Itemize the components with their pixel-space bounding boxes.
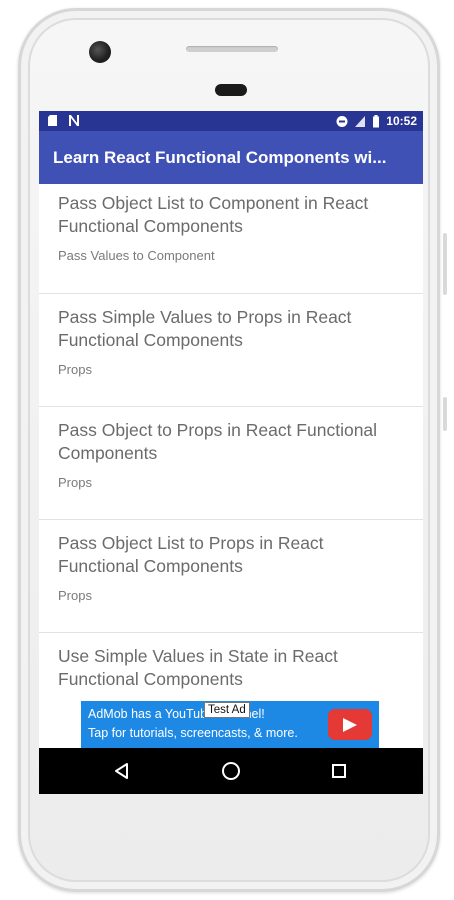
status-bar: 10:52 (39, 111, 423, 131)
recents-square-icon (332, 764, 346, 778)
power-button (443, 397, 447, 431)
list-item-subtitle: Props (58, 362, 92, 377)
ad-description: Tap for tutorials, screencasts, & more. (88, 726, 298, 740)
list-item-subtitle: Pass Values to Component (58, 248, 215, 263)
list-item-title: Use Simple Values in State in React Func… (58, 646, 338, 689)
test-ad-label: Test Ad (204, 702, 250, 718)
navigation-bar (39, 748, 423, 794)
phone-screen: 10:52 Learn React Functional Components … (39, 111, 423, 794)
status-time: 10:52 (386, 114, 417, 128)
home-button[interactable] (218, 758, 244, 784)
battery-icon (373, 114, 380, 127)
back-triangle-icon (115, 763, 128, 779)
list-item[interactable]: Pass Object List to Props in React Funct… (39, 520, 423, 633)
ad-banner[interactable]: AdMob has a YouTube channel! Tap for tut… (81, 701, 379, 748)
n-notification-icon (69, 115, 79, 126)
app-bar: Learn React Functional Components wi... (39, 131, 423, 184)
list-item-title: Pass Object List to Component in React F… (58, 193, 369, 236)
proximity-sensor (215, 84, 247, 96)
list-item-title: Pass Simple Values to Props in React Fun… (58, 307, 352, 350)
home-circle-icon (222, 762, 240, 780)
recents-button[interactable] (326, 758, 352, 784)
back-button[interactable] (109, 758, 135, 784)
list-item[interactable]: Pass Object to Props in React Functional… (39, 407, 423, 520)
front-camera (89, 41, 111, 63)
do-not-disturb-icon (336, 115, 348, 127)
list-item[interactable]: Pass Simple Values to Props in React Fun… (39, 294, 423, 407)
earpiece-speaker (186, 46, 278, 52)
volume-button (443, 233, 447, 295)
signal-icon (355, 115, 366, 127)
tutorial-list: Pass Object List to Component in React F… (39, 184, 423, 746)
list-item-title: Pass Object to Props in React Functional… (58, 420, 378, 463)
ad-play-button[interactable] (328, 709, 372, 740)
list-item-subtitle: Props (58, 475, 92, 490)
list-item[interactable]: Pass Object List to Component in React F… (39, 184, 423, 294)
list-item-subtitle: Props (58, 588, 92, 603)
app-title: Learn React Functional Components wi... (53, 148, 387, 167)
sd-card-icon (48, 115, 57, 126)
list-item-title: Pass Object List to Props in React Funct… (58, 533, 324, 576)
play-icon (343, 718, 357, 732)
